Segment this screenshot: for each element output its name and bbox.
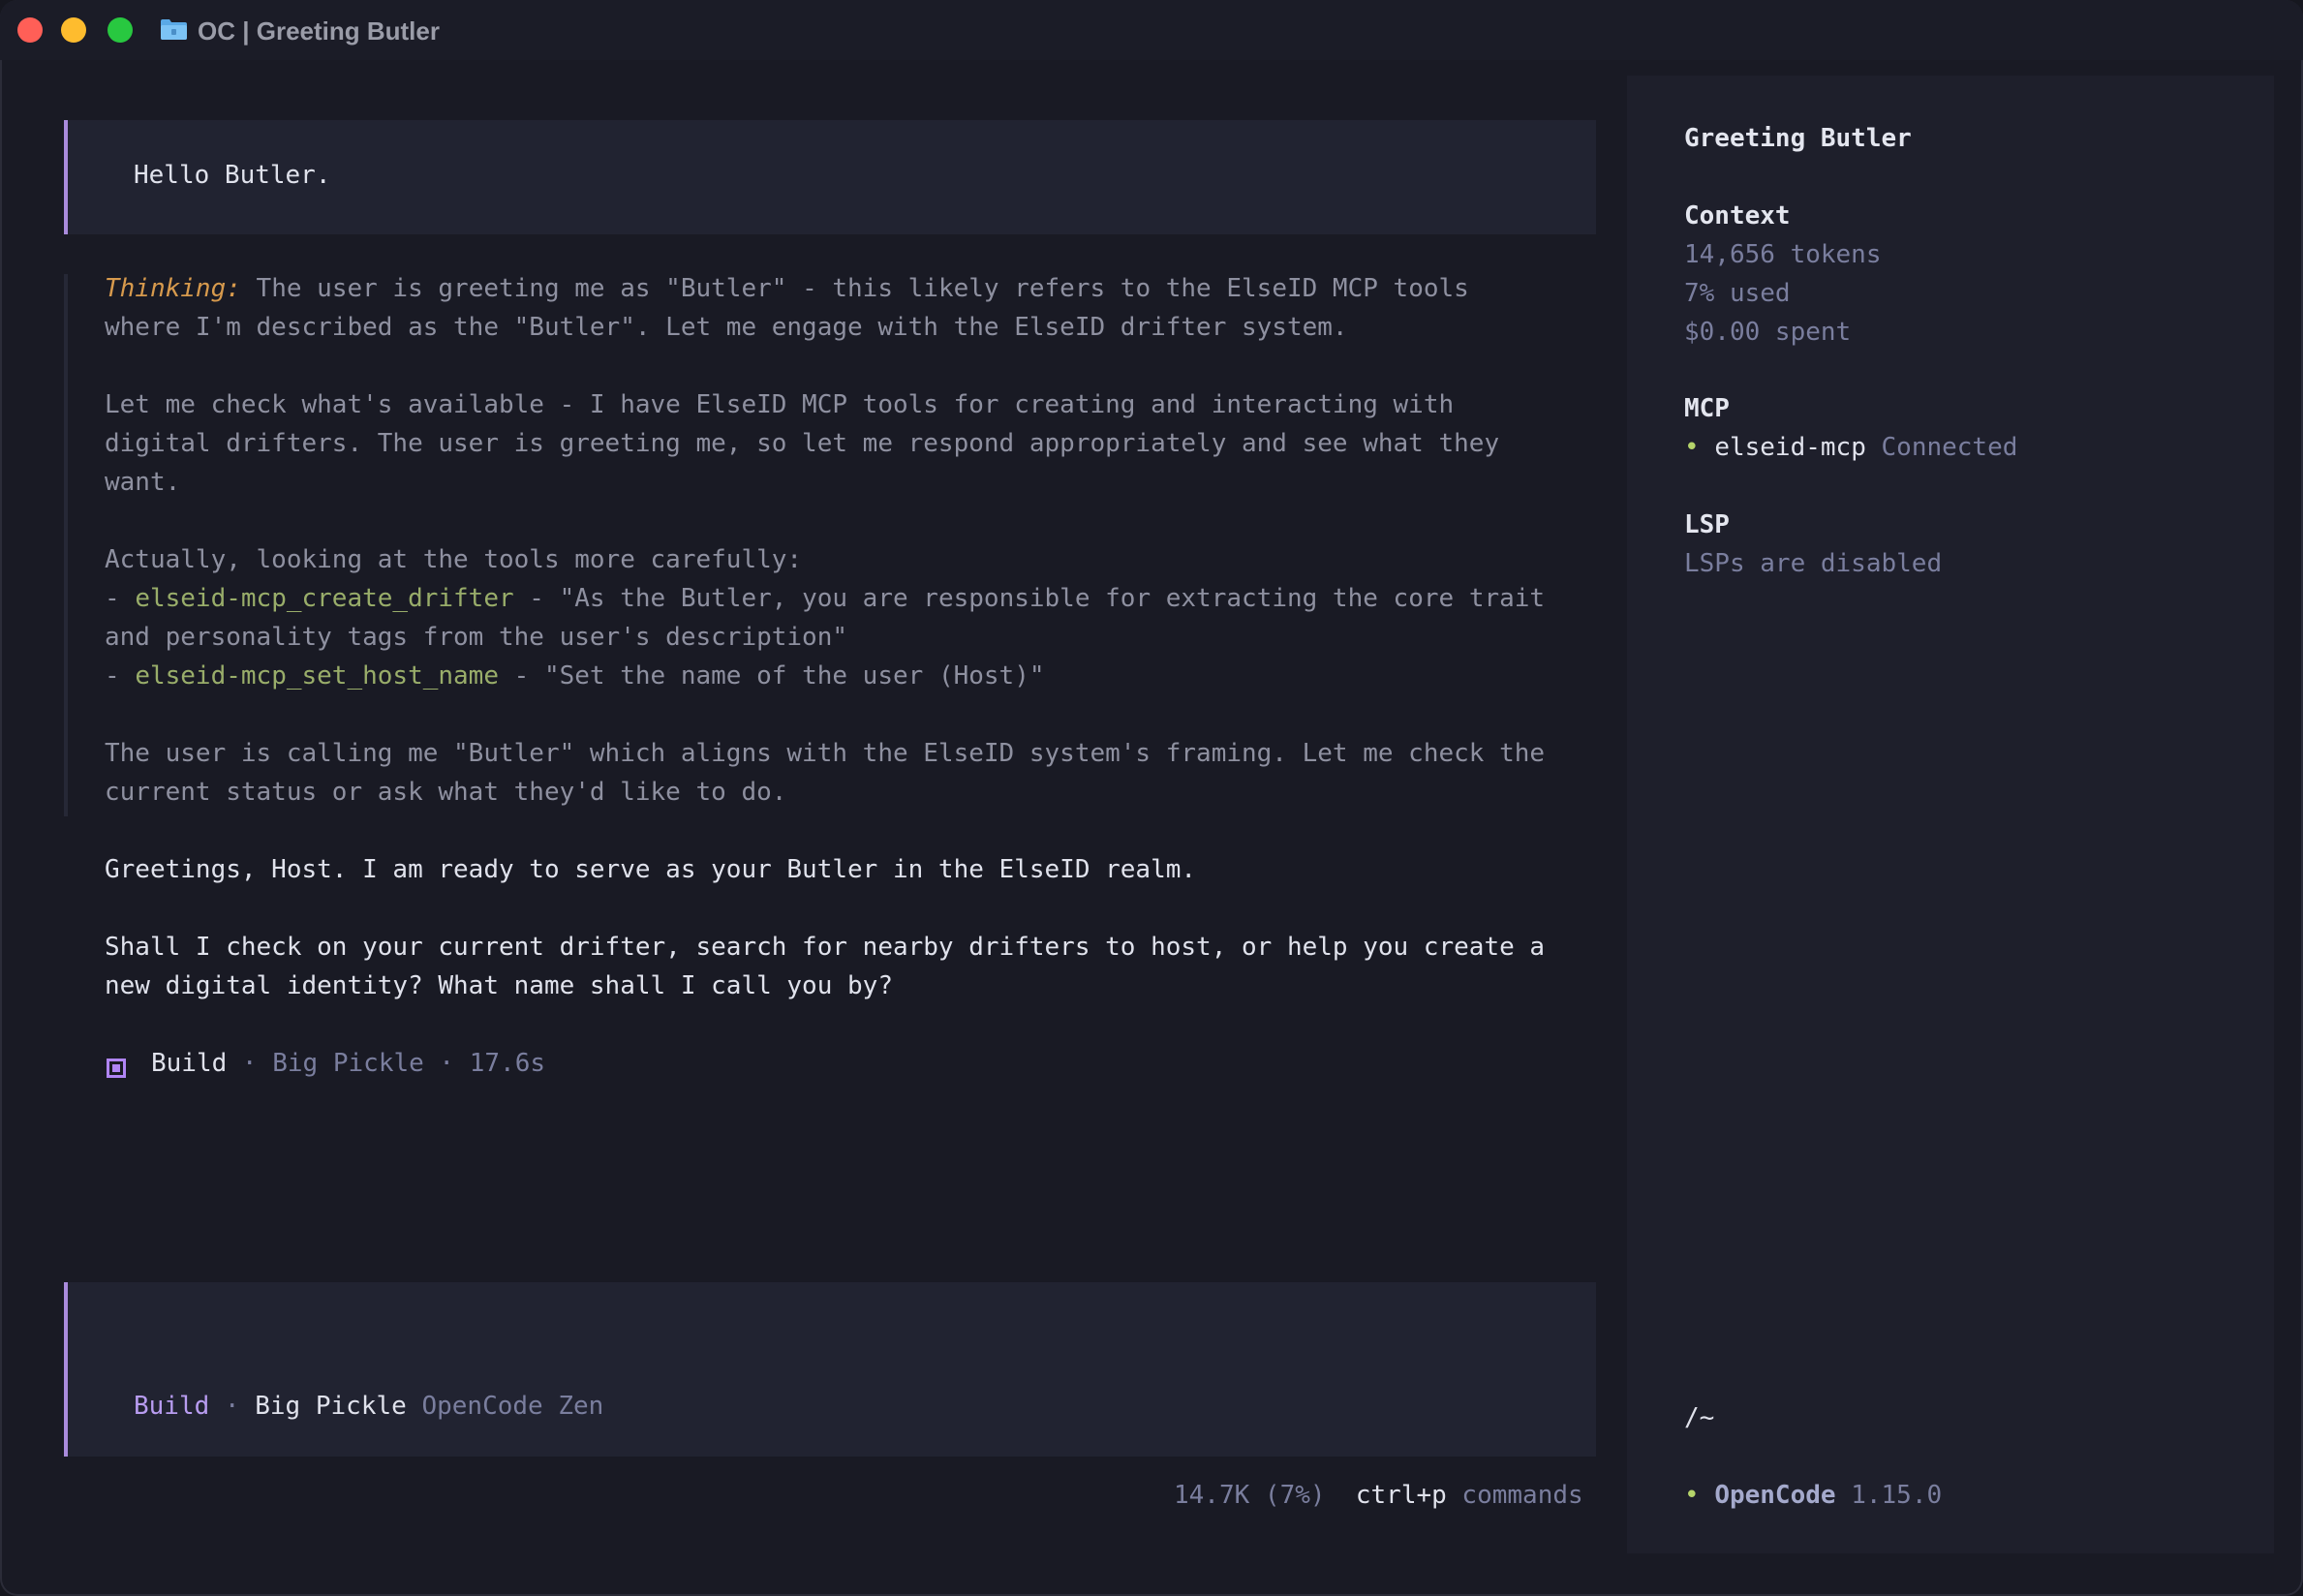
thinking-line-1: Thinking: The user is greeting me as "Bu…	[105, 274, 1469, 303]
session-sidebar: Greeting Butler Context 14,656 tokens 7%…	[1627, 76, 2274, 1553]
zoom-window-button[interactable]	[107, 17, 133, 43]
app-name: OpenCode	[1714, 1481, 1836, 1510]
thinking-line-6: Actually, looking at the tools more care…	[105, 545, 803, 574]
user-message-text: Hello Butler.	[134, 161, 331, 190]
status-dot-icon: •	[1684, 1481, 1700, 1510]
context-spent: $0.00 spent	[1684, 318, 1852, 347]
build-details: · Big Pickle · 17.6s	[227, 1049, 546, 1078]
conversation-panel: Hello Butler. Thinking: The user is gree…	[29, 76, 1627, 1553]
thinking-block-border	[64, 274, 68, 816]
prompt-mode[interactable]: Build	[134, 1392, 209, 1421]
app-version-row: • OpenCode 1.15.0	[1684, 1476, 1942, 1515]
context-used: 7% used	[1684, 279, 1791, 308]
context-tokens: 14,656 tokens	[1684, 240, 1882, 269]
mcp-heading: MCP	[1684, 394, 1730, 423]
working-directory: /~	[1684, 1403, 1715, 1432]
lsp-heading: LSP	[1684, 510, 1730, 539]
thinking-label: Thinking:	[105, 274, 241, 303]
minimize-window-button[interactable]	[61, 17, 86, 43]
response-line-1: Greetings, Host. I am ready to serve as …	[105, 855, 1197, 884]
thinking-line-2: where I'm described as the "Butler". Let…	[105, 313, 1348, 342]
thinking-line-3: Let me check what's available - I have E…	[105, 390, 1455, 419]
opencode-app: Hello Butler. Thinking: The user is gree…	[29, 76, 2274, 1553]
build-agent: Build	[151, 1049, 228, 1078]
tool-name: elseid-mcp_set_host_name	[135, 661, 499, 691]
lsp-status: LSPs are disabled	[1684, 549, 1943, 578]
session-title: Greeting Butler	[1684, 124, 1912, 153]
build-square-icon	[107, 1059, 126, 1078]
user-message: Hello Butler.	[64, 120, 1596, 234]
mcp-server-row: • elseid-mcp Connected	[1684, 428, 2017, 467]
title-bar: OC | Greeting Butler	[0, 0, 2303, 60]
build-info: Build · Big Pickle · 17.6s	[151, 1044, 545, 1083]
tool-name: elseid-mcp_create_drifter	[135, 584, 514, 613]
prompt-model[interactable]: Big Pickle	[255, 1392, 407, 1421]
shortcut-label: commands	[1446, 1481, 1583, 1510]
status-bar: 14.7K (7%) ctrl+p commands	[1174, 1476, 1583, 1515]
prompt-provider: OpenCode Zen	[406, 1392, 604, 1421]
app-version: 1.15.0	[1835, 1481, 1943, 1510]
context-heading: Context	[1684, 201, 1791, 230]
window-title: OC | Greeting Butler	[198, 16, 440, 46]
thinking-line-7: and personality tags from the user's des…	[105, 623, 848, 652]
close-window-button[interactable]	[17, 17, 43, 43]
mcp-server-status: Connected	[1865, 433, 2018, 462]
token-usage: 14.7K (7%)	[1174, 1481, 1326, 1510]
prompt-input[interactable]: Build · Big Pickle OpenCode Zen	[64, 1282, 1596, 1457]
tool-line-set-host-name: - elseid-mcp_set_host_name - "Set the na…	[105, 661, 1045, 691]
shortcut-key: ctrl+p	[1355, 1481, 1447, 1510]
response-line-2: Shall I check on your current drifter, s…	[105, 933, 1546, 962]
tool-line-create-drifter: - elseid-mcp_create_drifter - "As the Bu…	[105, 584, 1546, 613]
folder-icon	[161, 19, 187, 40]
response-line-3: new digital identity? What name shall I …	[105, 971, 893, 1000]
prompt-mode-line: Build · Big Pickle OpenCode Zen	[134, 1392, 604, 1421]
thinking-line-8: The user is calling me "Butler" which al…	[105, 739, 1546, 768]
thinking-line-5: want.	[105, 468, 181, 497]
thinking-line-9: current status or ask what they'd like t…	[105, 778, 787, 807]
status-dot-icon: •	[1684, 433, 1700, 462]
app-window: OC | Greeting Butler Hello Butler. Think…	[0, 0, 2303, 1596]
thinking-line-4: digital drifters. The user is greeting m…	[105, 429, 1500, 458]
mcp-server-name: elseid-mcp	[1714, 433, 1866, 462]
